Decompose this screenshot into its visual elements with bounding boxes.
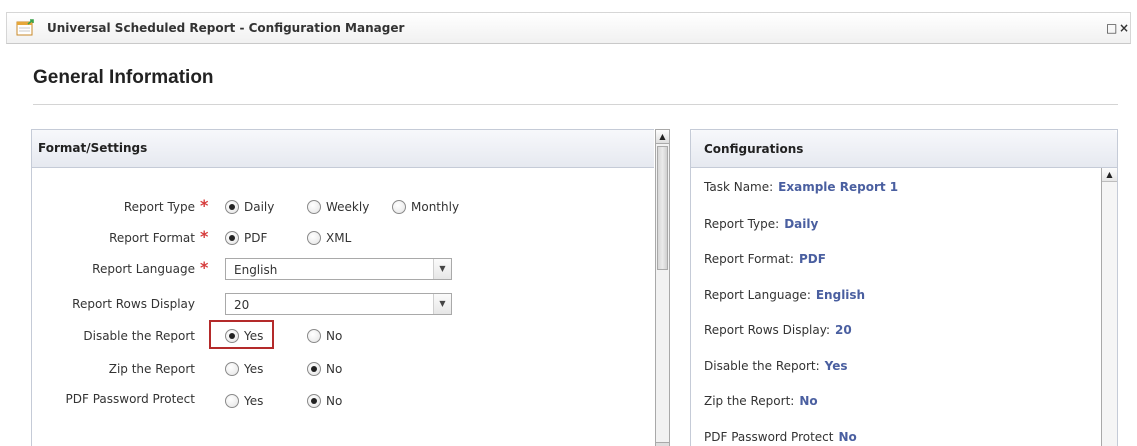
window-title: Universal Scheduled Report - Configurati… xyxy=(47,21,405,35)
maximize-icon[interactable]: □ xyxy=(1106,21,1117,35)
title-bar: Universal Scheduled Report - Configurati… xyxy=(6,12,1131,44)
configurations-scrollbar[interactable]: ▲ xyxy=(1101,168,1117,446)
scroll-up-arrow-icon[interactable]: ▲ xyxy=(1102,168,1117,182)
required-marker: * xyxy=(200,227,209,246)
option-label: Yes xyxy=(244,394,264,408)
report-type-row: Report Type * Daily Weekly Monthly xyxy=(32,196,655,220)
panel-header: Configurations xyxy=(691,130,1117,168)
radio-xml[interactable]: XML xyxy=(307,231,351,245)
option-label: XML xyxy=(326,231,352,245)
field-label: PDF Password Protect xyxy=(65,392,196,406)
config-label: PDF Password Protect xyxy=(704,430,834,444)
report-language-select[interactable]: English ▼ xyxy=(225,258,452,280)
radio-zip-no[interactable]: No xyxy=(307,362,342,376)
field-label: Disable the Report xyxy=(83,329,195,343)
radio-weekly[interactable]: Weekly xyxy=(307,200,369,214)
report-rows-display-row: Report Rows Display 20 ▼ xyxy=(32,293,655,317)
report-rows-display-select[interactable]: 20 ▼ xyxy=(225,293,452,315)
scroll-up-arrow-icon[interactable]: ▲ xyxy=(656,130,669,144)
configurations-panel: Configurations Task Name: Example Report … xyxy=(690,129,1118,446)
config-label: Report Rows Display: xyxy=(704,323,831,337)
config-value: 20 xyxy=(835,323,852,337)
config-value: PDF xyxy=(798,252,826,266)
config-item-zip-report: Zip the Report: No xyxy=(704,394,818,408)
option-label: PDF xyxy=(244,231,268,245)
field-label: Report Rows Display xyxy=(72,297,195,311)
disable-report-row: Disable the Report Yes No xyxy=(32,325,655,349)
config-item-report-format: Report Format: PDF xyxy=(704,252,826,266)
format-settings-panel: Format/Settings Report Type * Daily Week… xyxy=(31,129,654,446)
highlight-box xyxy=(209,320,274,349)
config-value: Yes xyxy=(824,359,848,373)
chevron-down-icon[interactable]: ▼ xyxy=(433,259,451,279)
zip-report-row: Zip the Report Yes No xyxy=(32,358,655,382)
field-label: Report Language xyxy=(92,262,195,276)
radio-selected-icon xyxy=(307,394,321,408)
config-label: Report Format: xyxy=(704,252,794,266)
config-value: Example Report 1 xyxy=(778,180,899,194)
config-item-task-name: Task Name: Example Report 1 xyxy=(704,180,898,194)
config-value: English xyxy=(815,288,866,302)
configuration-manager-window: Universal Scheduled Report - Configurati… xyxy=(0,0,1137,446)
config-item-report-language: Report Language: English xyxy=(704,288,865,302)
option-label: No xyxy=(326,394,343,408)
radio-disable-no[interactable]: No xyxy=(307,329,342,343)
required-marker: * xyxy=(200,196,209,215)
page-title: General Information xyxy=(33,67,214,88)
config-value: No xyxy=(799,394,818,408)
option-label: No xyxy=(326,329,343,343)
option-label: Daily xyxy=(244,200,275,214)
report-icon xyxy=(16,19,34,36)
option-label: No xyxy=(326,362,343,376)
pdf-password-row: PDF Password Protect Yes No xyxy=(32,390,655,414)
radio-selected-icon xyxy=(225,231,239,245)
config-item-pdf-password: PDF Password Protect No xyxy=(704,430,857,444)
divider xyxy=(33,104,1118,105)
radio-icon xyxy=(307,329,321,343)
format-panel-scrollbar[interactable]: ▲ xyxy=(655,129,670,446)
config-value: No xyxy=(838,430,857,444)
close-icon[interactable]: × xyxy=(1119,21,1129,35)
radio-pdfpw-yes[interactable]: Yes xyxy=(225,394,263,408)
radio-selected-icon xyxy=(225,200,239,214)
config-item-disable-report: Disable the Report: Yes xyxy=(704,359,848,373)
select-value: 20 xyxy=(234,298,250,312)
select-value: English xyxy=(234,263,278,277)
option-label: Yes xyxy=(244,362,264,376)
radio-pdfpw-no[interactable]: No xyxy=(307,394,342,408)
config-label: Zip the Report: xyxy=(704,394,795,408)
option-label: Monthly xyxy=(411,200,460,214)
option-label: Weekly xyxy=(326,200,370,214)
panel-title: Configurations xyxy=(704,142,804,156)
chevron-down-icon[interactable]: ▼ xyxy=(433,294,451,314)
radio-icon xyxy=(225,394,239,408)
field-label: Report Type xyxy=(123,200,195,214)
field-label: Report Format xyxy=(109,231,195,245)
config-item-rows-display: Report Rows Display: 20 xyxy=(704,323,852,337)
radio-zip-yes[interactable]: Yes xyxy=(225,362,263,376)
radio-icon xyxy=(307,200,321,214)
scrollbar-thumb[interactable] xyxy=(657,146,668,270)
radio-selected-icon xyxy=(307,362,321,376)
config-item-report-type: Report Type: Daily xyxy=(704,217,818,231)
radio-daily[interactable]: Daily xyxy=(225,200,274,214)
config-label: Disable the Report: xyxy=(704,359,820,373)
radio-icon xyxy=(392,200,406,214)
scroll-down-arrow-icon[interactable] xyxy=(656,442,669,446)
panel-header: Format/Settings xyxy=(32,130,654,168)
config-label: Task Name: xyxy=(704,180,774,194)
radio-icon xyxy=(225,362,239,376)
required-marker: * xyxy=(200,258,209,277)
radio-icon xyxy=(307,231,321,245)
config-value: Daily xyxy=(784,217,819,231)
radio-monthly[interactable]: Monthly xyxy=(392,200,459,214)
field-label: Zip the Report xyxy=(108,362,195,376)
config-label: Report Type: xyxy=(704,217,780,231)
radio-pdf[interactable]: PDF xyxy=(225,231,267,245)
config-label: Report Language: xyxy=(704,288,811,302)
report-format-row: Report Format * PDF XML xyxy=(32,227,655,251)
report-language-row: Report Language * English ▼ xyxy=(32,258,655,282)
panel-title: Format/Settings xyxy=(38,141,148,155)
